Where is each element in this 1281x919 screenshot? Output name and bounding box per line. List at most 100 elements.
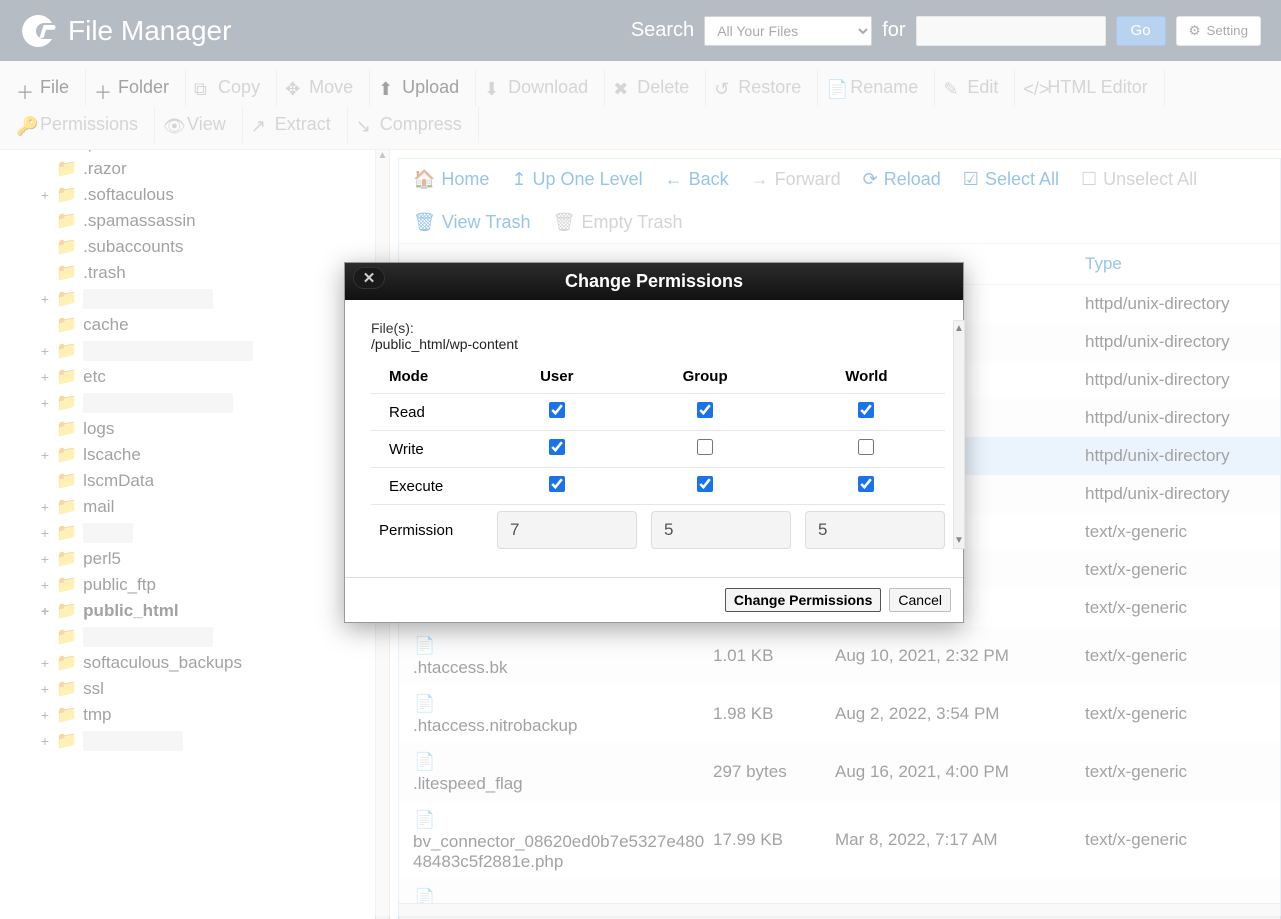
execute-user-checkbox[interactable] [549, 476, 565, 492]
htmleditor-icon: </> [1023, 79, 1041, 97]
tree-item[interactable]: 📁.razor [0, 156, 389, 182]
scroll-up-icon[interactable]: ▲ [954, 321, 964, 336]
back-button[interactable]: ←Back [665, 169, 729, 190]
tree-item[interactable]: +📁 [0, 520, 389, 546]
file-icon: 📄 [413, 886, 437, 903]
tree-toggle-icon[interactable]: + [40, 655, 50, 671]
tree-item[interactable]: +📁public_ftp [0, 572, 389, 598]
htmleditor-button[interactable]: </>HTML Editor [1015, 69, 1164, 106]
tree-toggle-icon[interactable]: + [40, 187, 50, 203]
tree-toggle-icon[interactable]: + [40, 603, 50, 619]
write-world-checkbox[interactable] [858, 439, 874, 455]
write-group-checkbox[interactable] [697, 439, 713, 455]
redacted-label [83, 523, 133, 543]
modal-scrollbar[interactable]: ▲ ▼ [953, 320, 965, 549]
tree-toggle-icon[interactable]: + [40, 291, 50, 307]
tree-toggle-icon[interactable]: + [40, 343, 50, 359]
tree-item[interactable]: +📁etc [0, 364, 389, 390]
tree-item[interactable]: +📁 [0, 286, 389, 312]
execute-group-checkbox[interactable] [697, 476, 713, 492]
copy-button[interactable]: ⧉Copy [186, 69, 277, 106]
tree-toggle-icon[interactable]: + [40, 150, 50, 151]
file-name: 📄bv_connector_fb251c518b29283ac0023f3d95… [413, 886, 713, 903]
view-trash-button[interactable]: 🗑View Trash [413, 212, 531, 233]
file-row[interactable]: 📄.htaccess.bk1.01 KBAug 10, 2021, 2:32 P… [399, 627, 1280, 685]
column-type[interactable]: Type [1085, 254, 1266, 274]
home-button[interactable]: 🏠Home [413, 169, 489, 190]
file-row[interactable]: 📄bv_connector_fb251c518b29283ac0023f3d95… [399, 879, 1280, 903]
search-go-button[interactable]: Go [1116, 16, 1166, 46]
change-permissions-button[interactable]: Change Permissions [725, 588, 882, 612]
tree-item[interactable]: +📁ssl [0, 676, 389, 702]
tree-item[interactable]: +📁lscache [0, 442, 389, 468]
cancel-button[interactable]: Cancel [889, 588, 951, 612]
empty-trash-button[interactable]: 🗑Empty Trash [553, 212, 683, 233]
tree-item[interactable]: 📁cache [0, 312, 389, 338]
tree-toggle-icon[interactable]: + [40, 369, 50, 385]
forward-button[interactable]: →Forward [751, 169, 841, 190]
copy-label: Copy [218, 77, 260, 98]
tree-item[interactable]: 📁.subaccounts [0, 234, 389, 260]
tree-item[interactable]: +📁softaculous_backups [0, 650, 389, 676]
read-user-checkbox[interactable] [549, 402, 565, 418]
modal-close-button[interactable]: ✕ [353, 267, 385, 289]
tree-item[interactable]: +📁tmp [0, 702, 389, 728]
delete-button[interactable]: ✖Delete [605, 69, 706, 106]
view-button[interactable]: 👁View [155, 106, 243, 143]
move-button[interactable]: ✥Move [277, 69, 370, 106]
scroll-down-icon[interactable]: ▼ [954, 533, 964, 548]
download-button[interactable]: ⬇Download [476, 69, 605, 106]
tree-toggle-icon[interactable]: + [40, 551, 50, 567]
search-scope-select[interactable]: All Your Files [704, 16, 872, 46]
tree-toggle-icon[interactable]: + [40, 499, 50, 515]
tree-item[interactable]: +📁public_html [0, 598, 389, 624]
unselect-all-button[interactable]: ☐Unselect All [1081, 169, 1197, 190]
tree-item[interactable]: 📁.spamassassin [0, 208, 389, 234]
upload-button[interactable]: ⬆Upload [370, 69, 476, 106]
search-input[interactable] [916, 16, 1106, 46]
permission-group-input[interactable] [651, 511, 791, 549]
file-row[interactable]: 📄.litespeed_flag297 bytesAug 16, 2021, 4… [399, 743, 1280, 801]
read-world-checkbox[interactable] [858, 402, 874, 418]
extract-button[interactable]: ↗Extract [243, 106, 348, 143]
tree-item[interactable]: +📁.softaculous [0, 182, 389, 208]
permission-user-input[interactable] [497, 511, 637, 549]
tree-item[interactable]: 📁logs [0, 416, 389, 442]
edit-button[interactable]: ✎Edit [935, 69, 1015, 106]
tree-toggle-icon[interactable]: + [40, 525, 50, 541]
up-one-level-button[interactable]: ↥Up One Level [511, 169, 642, 190]
execute-world-checkbox[interactable] [858, 476, 874, 492]
settings-button[interactable]: ⚙ Setting [1176, 16, 1261, 46]
compress-button[interactable]: ↘Compress [348, 106, 479, 143]
tree-item[interactable]: +📁 [0, 390, 389, 416]
tree-item[interactable]: +📁perl5 [0, 546, 389, 572]
tree-item[interactable]: +📁 [0, 338, 389, 364]
trash-icon: 🗑 [413, 212, 436, 233]
tree-item[interactable]: +📁mail [0, 494, 389, 520]
tree-toggle-icon[interactable]: + [40, 577, 50, 593]
file-row[interactable]: 📄.htaccess.nitrobackup1.98 KBAug 2, 2022… [399, 685, 1280, 743]
permissions-button[interactable]: 🔑Permissions [8, 106, 155, 143]
tree-item[interactable]: 📁 [0, 624, 389, 650]
horizontal-scrollbar[interactable] [399, 903, 1280, 919]
modal-footer: Change Permissions Cancel [345, 577, 963, 622]
scroll-up-icon[interactable]: ▲ [376, 150, 389, 161]
tree-item[interactable]: 📁.trash [0, 260, 389, 286]
restore-button[interactable]: ↺Restore [706, 69, 818, 106]
tree-toggle-icon[interactable]: + [40, 733, 50, 749]
file-button[interactable]: ＋File [8, 69, 86, 106]
read-group-checkbox[interactable] [697, 402, 713, 418]
tree-item[interactable]: 📁lscmData [0, 468, 389, 494]
select-all-button[interactable]: ☑Select All [963, 169, 1059, 190]
file-row[interactable]: 📄bv_connector_08620ed0b7e5327e48048483c5… [399, 801, 1280, 879]
tree-toggle-icon[interactable]: + [40, 395, 50, 411]
folder-button[interactable]: ＋Folder [86, 69, 186, 106]
write-user-checkbox[interactable] [549, 439, 565, 455]
tree-toggle-icon[interactable]: + [40, 447, 50, 463]
tree-toggle-icon[interactable]: + [40, 707, 50, 723]
reload-button[interactable]: ⟳Reload [863, 169, 941, 190]
permission-world-input[interactable] [805, 511, 945, 549]
rename-button[interactable]: 📄Rename [818, 69, 935, 106]
tree-toggle-icon[interactable]: + [40, 681, 50, 697]
tree-item[interactable]: +📁 [0, 728, 389, 754]
